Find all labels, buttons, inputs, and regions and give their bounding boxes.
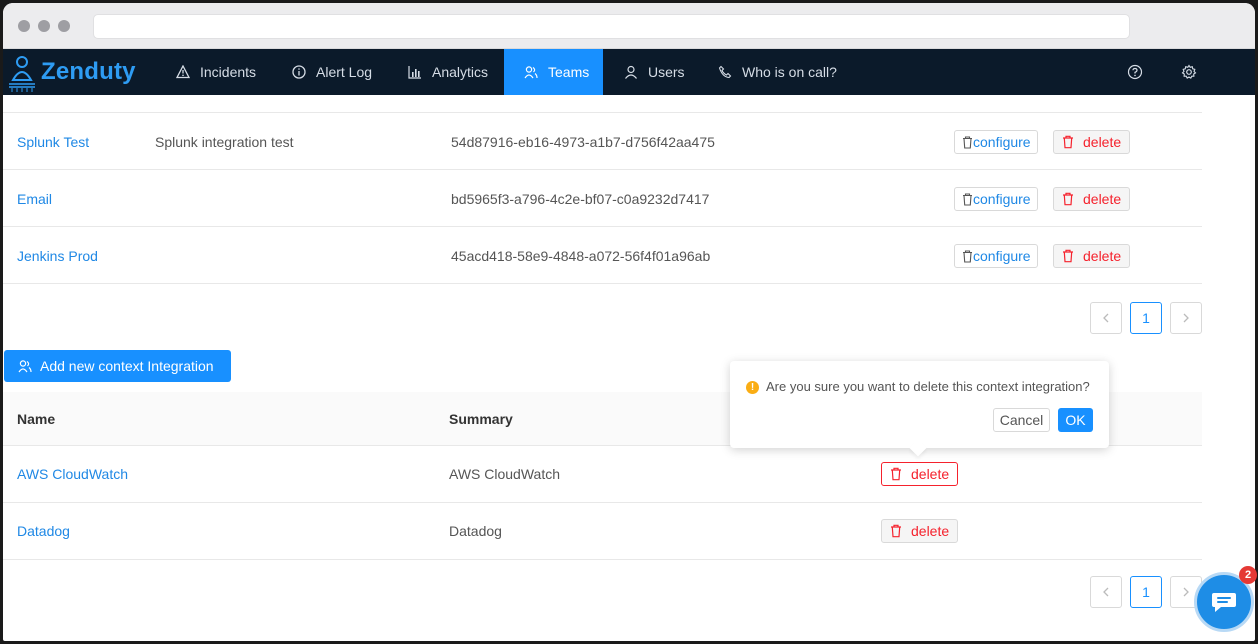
nav-label: Alert Log: [316, 64, 373, 80]
nav-analytics[interactable]: Analytics: [407, 49, 488, 95]
delete-label: delete: [911, 523, 950, 539]
window-maximize-dot[interactable]: [58, 20, 70, 32]
cancel-button[interactable]: Cancel: [993, 408, 1050, 432]
user-icon: [623, 64, 639, 80]
nav-label: Incidents: [200, 64, 257, 80]
browser-chrome: [3, 3, 1255, 49]
phone-icon: [717, 64, 733, 80]
address-bar[interactable]: [93, 14, 1130, 39]
chat-notification-badge: 2: [1239, 566, 1257, 584]
add-context-integration-button[interactable]: Add new context Integration: [4, 350, 231, 382]
nav-label: Teams: [548, 64, 590, 80]
delete-label: delete: [1083, 134, 1122, 150]
integration-key: bd5965f3-a796-4c2e-bf07-c0a9232d7417: [451, 191, 710, 207]
browser-window: Zenduty Incidents Alert Log Analytics Te…: [3, 3, 1255, 641]
help-icon[interactable]: [1127, 64, 1143, 80]
integration-name-link[interactable]: Splunk Test: [17, 134, 89, 150]
configure-button[interactable]: configure: [954, 187, 1038, 211]
delete-label: delete: [1083, 191, 1122, 207]
chevron-left-icon: [1103, 587, 1109, 597]
configure-button[interactable]: configure: [954, 244, 1038, 268]
delete-button[interactable]: delete: [1053, 130, 1131, 154]
window-close-dot[interactable]: [18, 20, 30, 32]
table-row: AWS CloudWatch AWS CloudWatch delete: [3, 446, 1202, 503]
delete-label: delete: [1083, 248, 1122, 264]
pagination-next-button[interactable]: [1170, 302, 1202, 334]
context-summary: AWS CloudWatch: [449, 466, 560, 482]
column-header-name: Name: [17, 411, 56, 427]
integration-summary: Splunk integration test: [155, 134, 294, 150]
configure-label: configure: [973, 248, 1031, 264]
trash-icon: [963, 249, 972, 263]
trash-icon: [891, 524, 901, 538]
warning-icon: !: [746, 381, 759, 394]
zenduty-logo-icon: [9, 56, 35, 92]
team-icon: [18, 360, 32, 373]
pagination-prev-button[interactable]: [1090, 576, 1122, 608]
delete-button[interactable]: delete: [1053, 244, 1131, 268]
table-row: Email bd5965f3-a796-4c2e-bf07-c0a9232d74…: [3, 170, 1202, 227]
trash-icon: [963, 192, 972, 206]
nav-teams[interactable]: Teams: [504, 49, 603, 95]
context-summary: Datadog: [449, 523, 502, 539]
delete-button[interactable]: delete: [881, 462, 959, 486]
nav-label: Who is on call?: [742, 64, 837, 80]
delete-label: delete: [911, 466, 950, 482]
nav-incidents[interactable]: Incidents: [175, 49, 256, 95]
column-header-summary: Summary: [449, 411, 513, 427]
nav-label: Users: [648, 64, 685, 80]
brand-name: Zenduty: [41, 58, 136, 85]
integration-key: 45acd418-58e9-4848-a072-56f4f01a96ab: [451, 248, 711, 264]
info-icon: [291, 64, 307, 80]
brand-logo[interactable]: Zenduty: [5, 49, 136, 95]
trash-icon: [1063, 192, 1073, 206]
trash-icon: [1063, 249, 1073, 263]
configure-button[interactable]: configure: [954, 130, 1038, 154]
delete-button[interactable]: delete: [1053, 187, 1131, 211]
delete-confirm-popover: ! Are you sure you want to delete this c…: [730, 361, 1109, 457]
chevron-left-icon: [1103, 313, 1109, 323]
context-name-link[interactable]: Datadog: [17, 523, 70, 539]
trash-icon: [1063, 135, 1073, 149]
trash-icon: [891, 467, 901, 481]
nav-users[interactable]: Users: [623, 49, 685, 95]
pagination-page-button[interactable]: 1: [1130, 302, 1162, 334]
bar-chart-icon: [407, 64, 423, 80]
pagination-page-button[interactable]: 1: [1130, 576, 1162, 608]
team-icon: [523, 64, 539, 80]
nav-label: Analytics: [432, 64, 489, 80]
pagination-prev-button[interactable]: [1090, 302, 1122, 334]
main-content: Splunk Test Splunk integration test 54d8…: [3, 95, 1255, 641]
settings-icon[interactable]: [1181, 64, 1197, 80]
confirm-message: Are you sure you want to delete this con…: [766, 379, 1090, 394]
integration-name-link[interactable]: Email: [17, 191, 52, 207]
chat-icon: [1212, 593, 1236, 612]
configure-label: configure: [973, 191, 1031, 207]
table-row: Splunk Test Splunk integration test 54d8…: [3, 113, 1202, 170]
chevron-right-icon: [1183, 587, 1189, 597]
add-button-label: Add new context Integration: [40, 358, 214, 374]
ok-button[interactable]: OK: [1058, 408, 1093, 432]
context-name-link[interactable]: AWS CloudWatch: [17, 466, 128, 482]
table-row: Datadog Datadog delete: [3, 503, 1202, 560]
integration-name-link[interactable]: Jenkins Prod: [17, 248, 98, 264]
table-row: Jenkins Prod 45acd418-58e9-4848-a072-56f…: [3, 227, 1202, 284]
trash-icon: [963, 135, 972, 149]
integration-key: 54d87916-eb16-4973-a1b7-d756f42aa475: [451, 134, 715, 150]
window-minimize-dot[interactable]: [38, 20, 50, 32]
delete-button[interactable]: delete: [881, 519, 959, 543]
chevron-right-icon: [1183, 313, 1189, 323]
nav-who-is-on-call[interactable]: Who is on call?: [717, 49, 837, 95]
warning-icon: [175, 64, 191, 80]
configure-label: configure: [973, 134, 1031, 150]
top-navbar: Zenduty Incidents Alert Log Analytics Te…: [3, 49, 1255, 95]
nav-alert-log[interactable]: Alert Log: [291, 49, 372, 95]
